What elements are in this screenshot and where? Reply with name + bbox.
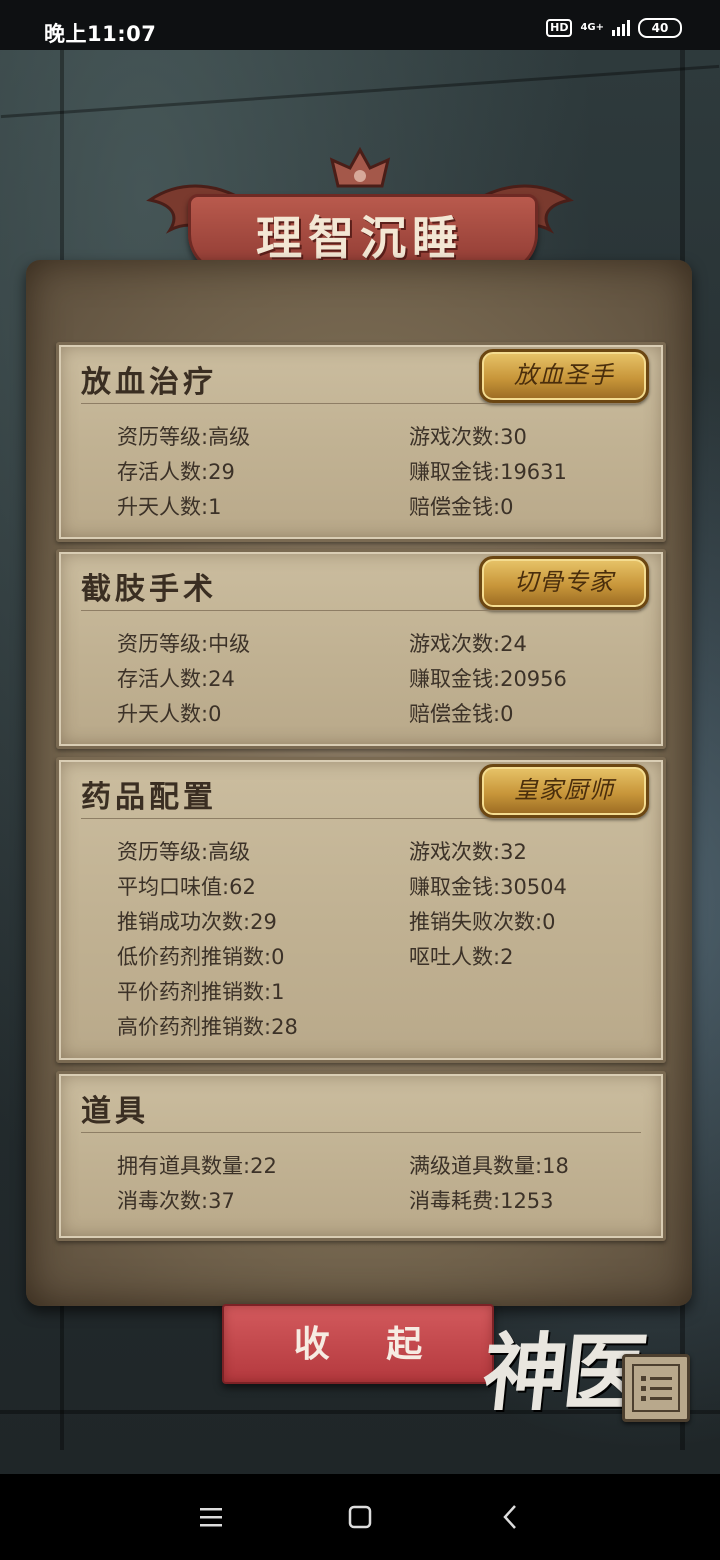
stat-item: 资历等级:高级 xyxy=(117,425,251,449)
stat-item: 低价药剂推销数:0 xyxy=(117,945,285,969)
stat-item: 游戏次数:32 xyxy=(409,840,527,864)
home-icon[interactable] xyxy=(345,1502,375,1532)
section-bloodletting: 放血治疗 放血圣手 资历等级:高级 游戏次数:30 存活人数:29 赚取金钱:1… xyxy=(56,342,666,542)
stat-item: 赚取金钱:30504 xyxy=(409,875,567,899)
stat-item: 消毒耗费:1253 xyxy=(409,1189,554,1213)
section-title: 截肢手术 xyxy=(81,572,217,607)
section-title: 药品配置 xyxy=(81,780,217,815)
section-items: 道具 拥有道具数量:22 满级道具数量:18 消毒次数:37 消毒耗费:1253 xyxy=(56,1071,666,1241)
stat-item: 满级道具数量:18 xyxy=(409,1154,569,1178)
hd-icon: HD xyxy=(546,19,573,37)
stat-item: 推销成功次数:29 xyxy=(117,910,277,934)
network-type: 4G+ xyxy=(580,22,604,33)
signal-icon xyxy=(612,20,630,36)
stat-item: 平价药剂推销数:1 xyxy=(117,980,285,1004)
stat-item: 赔偿金钱:0 xyxy=(409,702,514,726)
stat-item: 推销失败次数:0 xyxy=(409,910,556,934)
section-divider xyxy=(81,403,641,404)
stat-item: 呕吐人数:2 xyxy=(409,945,514,969)
back-icon[interactable] xyxy=(496,1502,526,1532)
crown-icon xyxy=(329,146,391,188)
menu-button[interactable] xyxy=(622,1354,690,1422)
section-title: 放血治疗 xyxy=(81,365,217,400)
stat-item: 赔偿金钱:0 xyxy=(409,495,514,519)
stat-item: 存活人数:29 xyxy=(117,460,235,484)
collapse-button[interactable]: 收 起 xyxy=(222,1304,494,1384)
stat-item: 升天人数:0 xyxy=(117,702,222,726)
section-title: 道具 xyxy=(81,1094,149,1129)
status-time: 晚上11:07 xyxy=(44,22,157,46)
status-indicators: HD 4G+ 40 xyxy=(546,18,682,38)
section-amputation: 截肢手术 切骨专家 资历等级:中级 游戏次数:24 存活人数:24 赚取金钱:2… xyxy=(56,549,666,749)
section-divider xyxy=(81,610,641,611)
section-divider xyxy=(81,1132,641,1133)
section-medicine: 药品配置 皇家厨师 资历等级:高级 游戏次数:32 平均口味值:62 赚取金钱:… xyxy=(56,757,666,1063)
stat-item: 赚取金钱:20956 xyxy=(409,667,567,691)
achievement-badge: 放血圣手 xyxy=(479,349,649,403)
stat-item: 资历等级:中级 xyxy=(117,632,251,656)
stat-item: 高价药剂推销数:28 xyxy=(117,1015,298,1039)
stat-item: 平均口味值:62 xyxy=(117,875,256,899)
achievement-badge: 切骨专家 xyxy=(479,556,649,610)
stat-item: 赚取金钱:19631 xyxy=(409,460,567,484)
stat-item: 游戏次数:30 xyxy=(409,425,527,449)
title-banner: 理智沉睡 xyxy=(140,146,580,276)
page-title: 理智沉睡 xyxy=(256,211,464,265)
recent-apps-icon[interactable] xyxy=(196,1502,226,1532)
stat-item: 消毒次数:37 xyxy=(117,1189,235,1213)
system-nav-bar xyxy=(0,1474,720,1560)
stat-item: 资历等级:高级 xyxy=(117,840,251,864)
section-divider xyxy=(81,818,641,819)
stat-item: 存活人数:24 xyxy=(117,667,235,691)
stat-item: 升天人数:1 xyxy=(117,495,222,519)
achievement-badge: 皇家厨师 xyxy=(479,764,649,818)
stat-item: 游戏次数:24 xyxy=(409,632,527,656)
battery-icon: 40 xyxy=(638,18,682,38)
stat-item: 拥有道具数量:22 xyxy=(117,1154,277,1178)
menu-list-icon xyxy=(632,1364,680,1412)
status-bar: 晚上11:07 HD 4G+ 40 xyxy=(0,0,720,50)
